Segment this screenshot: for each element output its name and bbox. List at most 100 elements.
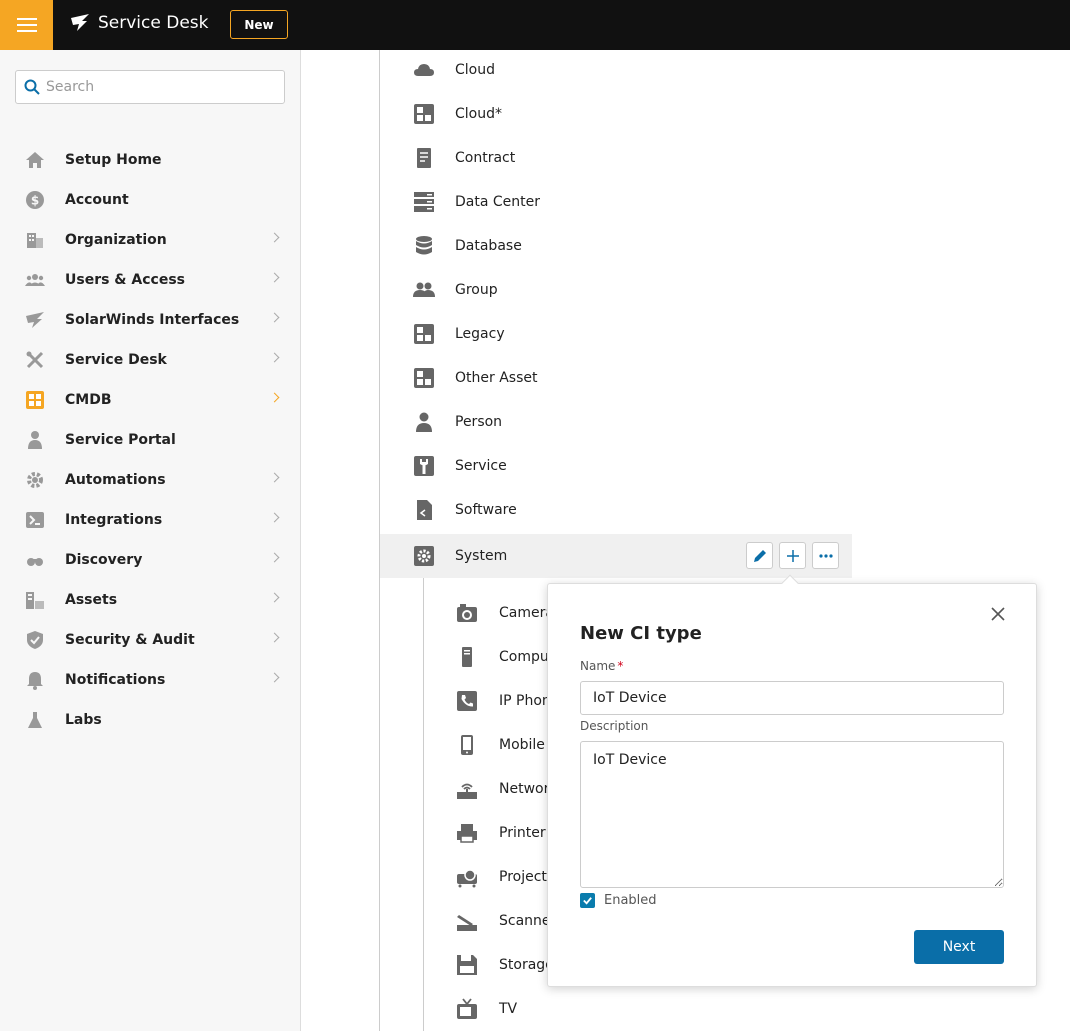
- ci-type-label: Other Asset: [455, 370, 538, 386]
- search-input[interactable]: [46, 79, 266, 95]
- system-gear-icon: [412, 544, 436, 568]
- description-textarea[interactable]: IoT Device: [580, 741, 1004, 888]
- grid-icon: [412, 322, 436, 346]
- ci-type-row[interactable]: Other Asset: [380, 356, 852, 400]
- ci-type-label: Group: [455, 282, 498, 298]
- more-options-button[interactable]: [812, 542, 839, 569]
- hamburger-menu-button[interactable]: [0, 0, 53, 50]
- enabled-checkbox[interactable]: [580, 893, 595, 908]
- grid-icon: [412, 366, 436, 390]
- sidebar-item-notifications[interactable]: Notifications: [0, 660, 300, 700]
- chevron-right-icon: [269, 512, 280, 523]
- edit-button[interactable]: [746, 542, 773, 569]
- ci-type-row[interactable]: Contract: [380, 136, 852, 180]
- sidebar-item-label: Account: [65, 192, 129, 208]
- ci-type-row[interactable]: Service: [380, 444, 852, 488]
- ci-type-label: Cloud: [455, 62, 495, 78]
- sidebar-item-service-portal[interactable]: Service Portal: [0, 420, 300, 460]
- ci-subtype-label: Storage: [499, 957, 554, 973]
- computer-tower-icon: [455, 645, 479, 669]
- building-icon: [24, 229, 46, 251]
- next-button[interactable]: Next: [914, 930, 1004, 964]
- terminal-icon: [24, 509, 46, 531]
- new-ci-type-dialog: New CI type Name* Description IoT Device…: [547, 574, 1037, 987]
- add-child-button[interactable]: [779, 542, 806, 569]
- sidebar-item-assets[interactable]: Assets: [0, 580, 300, 620]
- ci-type-row[interactable]: Person: [380, 400, 852, 444]
- contract-icon: [412, 146, 436, 170]
- sidebar-item-label: Setup Home: [65, 152, 162, 168]
- chevron-right-icon: [269, 672, 280, 683]
- binoculars-icon: [24, 549, 46, 571]
- dollar-icon: $: [24, 189, 46, 211]
- sidebar-item-users-access[interactable]: Users & Access: [0, 260, 300, 300]
- ci-type-row-selected[interactable]: System: [380, 534, 852, 578]
- svg-text:$: $: [31, 194, 39, 208]
- sidebar-item-label: Security & Audit: [65, 632, 195, 648]
- sidebar-item-labs[interactable]: Labs: [0, 700, 300, 740]
- ci-type-label: Person: [455, 414, 503, 430]
- sidebar-item-solarwinds-interfaces[interactable]: SolarWinds Interfaces: [0, 300, 300, 340]
- bell-icon: [24, 669, 46, 691]
- gear-icon: [24, 469, 46, 491]
- projector-icon: [455, 865, 479, 889]
- enabled-label: Enabled: [604, 893, 657, 908]
- ci-type-row[interactable]: Cloud: [380, 48, 852, 92]
- sidebar-item-setup-home[interactable]: Setup Home: [0, 140, 300, 180]
- ci-type-row[interactable]: Group: [380, 268, 852, 312]
- sidebar-item-organization[interactable]: Organization: [0, 220, 300, 260]
- tools-icon: [24, 349, 46, 371]
- sidebar-item-integrations[interactable]: Integrations: [0, 500, 300, 540]
- enabled-checkbox-group[interactable]: Enabled: [580, 893, 657, 908]
- name-input[interactable]: [580, 681, 1004, 715]
- sidebar-item-label: SolarWinds Interfaces: [65, 312, 240, 328]
- sidebar-item-label: CMDB: [65, 392, 112, 408]
- new-button[interactable]: New: [230, 10, 288, 39]
- software-file-icon: [412, 498, 436, 522]
- sidebar-item-label: Discovery: [65, 552, 143, 568]
- description-label: Description: [580, 719, 649, 733]
- sidebar-item-label: Organization: [65, 232, 167, 248]
- close-button[interactable]: [988, 604, 1008, 624]
- ci-type-row[interactable]: Data Center: [380, 180, 852, 224]
- cloud-icon: [412, 58, 436, 82]
- search-box[interactable]: [15, 70, 285, 104]
- ci-subtype-row[interactable]: TV: [424, 987, 624, 1031]
- ci-type-label: Contract: [455, 150, 516, 166]
- ci-subtype-label: TV: [499, 1001, 518, 1017]
- chevron-right-icon: [269, 472, 280, 483]
- home-icon: [24, 149, 46, 171]
- solarwinds-logo-icon: [71, 14, 89, 31]
- sidebar-item-automations[interactable]: Automations: [0, 460, 300, 500]
- sidebar-item-label: Users & Access: [65, 272, 185, 288]
- ci-subtype-label: Scanne: [499, 913, 551, 929]
- ci-type-row[interactable]: Cloud*: [380, 92, 852, 136]
- sidebar-item-label: Notifications: [65, 672, 166, 688]
- ci-type-label: Cloud*: [455, 106, 502, 122]
- app-name: Service Desk: [98, 13, 209, 33]
- sidebar-item-discovery[interactable]: Discovery: [0, 540, 300, 580]
- ci-subtype-label: Networ: [499, 781, 550, 797]
- scanner-icon: [455, 909, 479, 933]
- sidebar-item-service-desk[interactable]: Service Desk: [0, 340, 300, 380]
- sidebar-item-cmdb[interactable]: CMDB: [0, 380, 300, 420]
- router-icon: [455, 777, 479, 801]
- brand[interactable]: Service Desk: [70, 13, 208, 33]
- ci-type-row[interactable]: Software: [380, 488, 852, 532]
- shield-icon: [24, 629, 46, 651]
- wrench-icon: [412, 454, 436, 478]
- ci-type-label: Software: [455, 502, 517, 518]
- search-icon: [24, 79, 40, 95]
- sidebar-item-account[interactable]: $ Account: [0, 180, 300, 220]
- top-bar: Service Desk New: [0, 0, 1070, 50]
- ci-type-label: System: [455, 548, 508, 564]
- ci-subtype-label: IP Phon: [499, 693, 551, 709]
- name-label-text: Name: [580, 659, 616, 673]
- sidebar-item-security-audit[interactable]: Security & Audit: [0, 620, 300, 660]
- mobile-icon: [455, 733, 479, 757]
- ci-type-row[interactable]: Legacy: [380, 312, 852, 356]
- flask-icon: [24, 709, 46, 731]
- sidebar-item-label: Labs: [65, 712, 102, 728]
- ci-type-row[interactable]: Database: [380, 224, 852, 268]
- chevron-right-icon: [269, 232, 280, 243]
